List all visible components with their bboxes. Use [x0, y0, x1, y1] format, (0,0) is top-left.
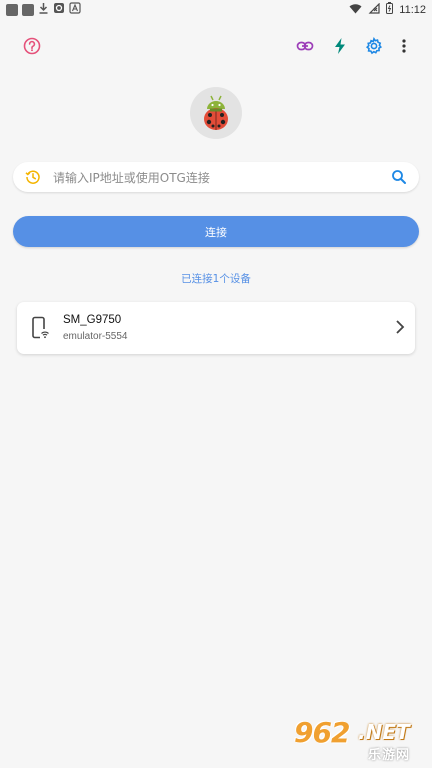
device-id: emulator-5554 [63, 331, 128, 342]
wireless-phone-icon [31, 316, 51, 344]
history-icon[interactable] [25, 169, 41, 189]
app-logo [190, 87, 242, 139]
app-square-icon [22, 4, 34, 16]
device-list-item[interactable]: SM_G9750 emulator-5554 [17, 302, 415, 354]
connect-button[interactable]: 连接 [13, 216, 419, 247]
app-square-icon [6, 4, 18, 16]
watermark-cn: 乐游网 [368, 748, 411, 763]
more-vert-icon[interactable] [394, 36, 414, 56]
help-icon[interactable] [22, 36, 42, 56]
vpn-icon [53, 2, 65, 18]
ip-search-field[interactable] [13, 162, 419, 194]
status-bar: 11:12 [0, 0, 432, 18]
settings-icon[interactable] [364, 36, 384, 56]
signal-off-icon [368, 2, 380, 17]
ladybug-android-icon [204, 95, 228, 130]
flash-icon[interactable] [330, 36, 350, 56]
wifi-icon [349, 3, 362, 17]
battery-icon [386, 2, 394, 17]
status-time: 11:12 [399, 3, 426, 16]
link-icon[interactable] [295, 36, 315, 56]
font-icon [69, 2, 81, 18]
chevron-right-icon[interactable] [395, 319, 405, 339]
download-icon [38, 2, 49, 18]
status-bar-right: 11:12 [349, 2, 426, 17]
watermark-logo: 962 .NET 乐游网 [290, 716, 430, 766]
connected-devices-count: 已连接1个设备 [181, 273, 251, 285]
ip-address-input[interactable] [51, 162, 385, 194]
watermark-suffix: .NET [358, 720, 410, 744]
device-name: SM_G9750 [63, 314, 122, 326]
watermark-number: 962 [294, 716, 350, 749]
search-icon[interactable] [391, 169, 407, 189]
status-bar-left [6, 2, 81, 18]
